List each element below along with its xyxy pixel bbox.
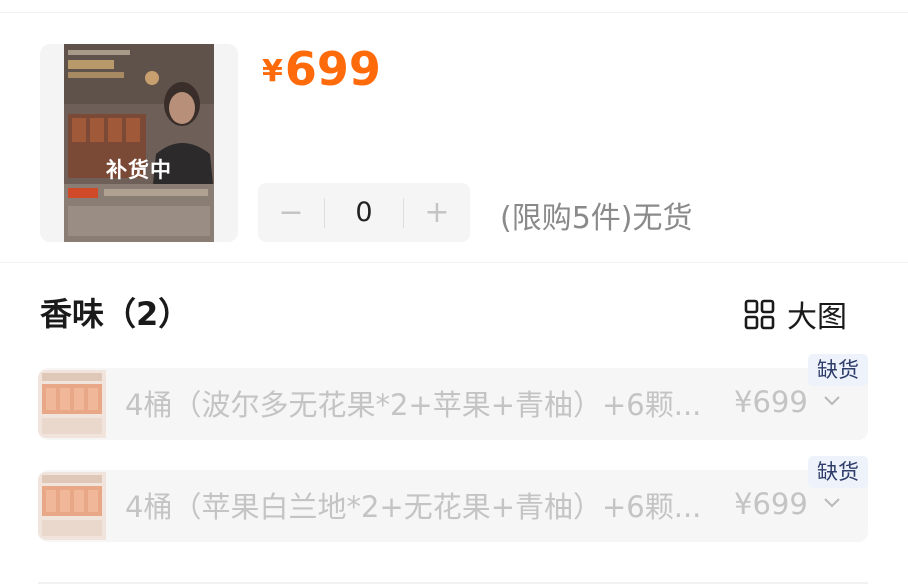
chevron-down-icon[interactable] <box>822 496 842 510</box>
restock-label: 补货中 <box>106 158 172 182</box>
grid-icon <box>744 299 775 329</box>
big-view-toggle[interactable]: 大图 <box>744 292 847 336</box>
product-thumbnail[interactable]: 补货中 <box>40 44 238 242</box>
scent-section-title: 香味（2） <box>40 295 191 333</box>
currency-symbol: ¥ <box>262 54 283 89</box>
quantity-stepper: − 0 + <box>258 183 470 242</box>
out-of-stock-badge: 缺货 <box>808 354 868 386</box>
top-divider <box>0 12 908 13</box>
option-thumbnail <box>38 472 106 540</box>
big-view-label: 大图 <box>787 300 847 335</box>
quantity-value[interactable]: 0 <box>325 197 403 228</box>
bottom-divider <box>38 582 868 584</box>
product-price: ¥699 <box>262 42 381 96</box>
product-image <box>64 44 214 242</box>
stock-status: (限购5件)无货 <box>500 201 693 236</box>
price-value: 699 <box>284 42 381 96</box>
increase-button[interactable]: + <box>404 197 470 228</box>
section-divider <box>0 262 908 263</box>
chevron-down-icon[interactable] <box>822 394 842 408</box>
option-price: ¥699 <box>734 385 808 419</box>
option-name: 4桶（波尔多无花果*2+苹果+青柚）+6颗... <box>125 388 702 422</box>
option-price: ¥699 <box>734 487 808 521</box>
out-of-stock-badge: 缺货 <box>808 456 868 488</box>
scent-option[interactable]: 4桶（波尔多无花果*2+苹果+青柚）+6颗... ¥699 缺货 <box>38 354 868 440</box>
option-name: 4桶（苹果白兰地*2+无花果+青柚）+6颗... <box>125 490 702 524</box>
decrease-button[interactable]: − <box>258 197 324 228</box>
option-thumbnail <box>38 370 106 438</box>
scent-option[interactable]: 4桶（苹果白兰地*2+无花果+青柚）+6颗... ¥699 缺货 <box>38 456 868 542</box>
